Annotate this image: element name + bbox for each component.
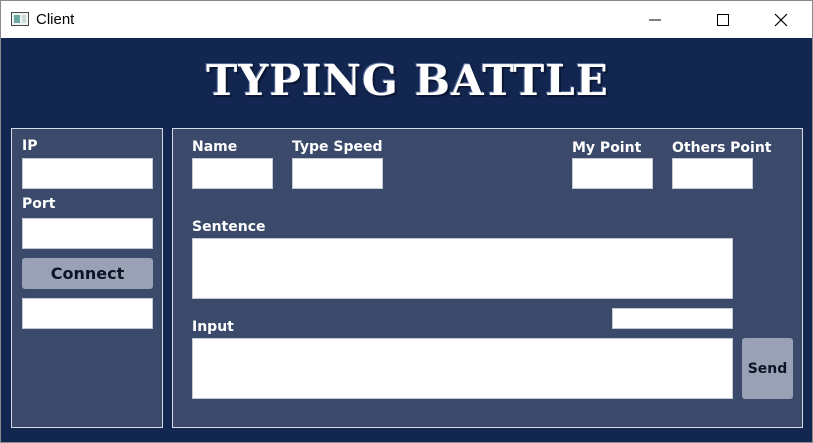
window-title: Client [36, 11, 75, 28]
my-point-field[interactable] [572, 158, 653, 189]
window-app-icon [11, 12, 29, 26]
my-point-label: My Point [572, 140, 642, 156]
name-input[interactable] [192, 158, 273, 189]
maximize-button[interactable] [701, 1, 747, 39]
connection-panel: IP Port Connect [11, 128, 163, 428]
sentence-label: Sentence [192, 219, 266, 235]
game-panel: Name Type Speed My Point Others Point Se… [172, 128, 803, 428]
input-label: Input [192, 319, 234, 335]
others-point-field[interactable] [672, 158, 753, 189]
port-input[interactable] [22, 218, 153, 249]
send-button[interactable]: Send [742, 338, 793, 399]
close-icon [774, 13, 788, 27]
app-client-area: TYPING BATTLE IP Port Connect Name Type … [0, 38, 813, 443]
typing-input[interactable] [192, 338, 733, 399]
ip-label: IP [22, 138, 38, 154]
maximize-icon [717, 14, 729, 26]
name-label: Name [192, 139, 238, 155]
ip-input[interactable] [22, 158, 153, 189]
sentence-display[interactable] [192, 238, 733, 299]
window-titlebar: Client [0, 0, 813, 38]
type-speed-label: Type Speed [292, 139, 383, 155]
app-title: TYPING BATTLE [206, 56, 609, 105]
others-point-label: Others Point [672, 140, 772, 156]
connect-button[interactable]: Connect [22, 258, 153, 289]
port-label: Port [22, 196, 56, 212]
minimize-button[interactable] [633, 1, 679, 39]
type-speed-field[interactable] [292, 158, 383, 189]
timer-field[interactable] [612, 308, 733, 329]
connection-status-field[interactable] [22, 298, 153, 329]
close-button[interactable] [759, 1, 805, 39]
minimize-icon [649, 19, 661, 21]
